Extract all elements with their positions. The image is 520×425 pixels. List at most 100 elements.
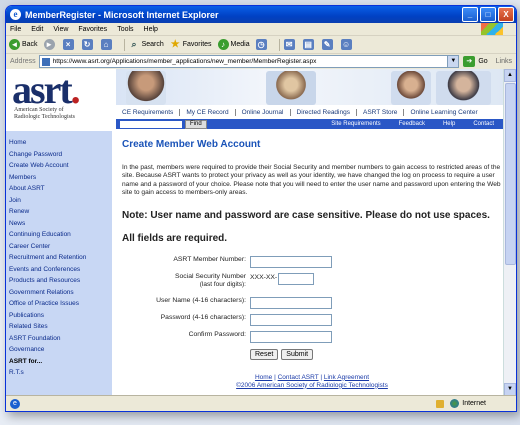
nav-continuing-education[interactable]: Continuing Education xyxy=(6,229,112,241)
header-photo xyxy=(436,71,491,105)
nav-asrt-store[interactable]: ASRT Store xyxy=(357,108,405,116)
footer-home-link[interactable]: Home xyxy=(255,374,272,381)
nav-office-practice-issues[interactable]: Office of Practice Issues xyxy=(6,298,112,310)
search-button[interactable]: ⌕ Search xyxy=(129,39,164,50)
forward-arrow-icon: ► xyxy=(43,39,55,50)
nav-about-asrt[interactable]: About ASRT xyxy=(6,183,112,195)
search-icon: ⌕ xyxy=(131,39,137,49)
edit-icon: ✎ xyxy=(321,39,333,50)
menu-help[interactable]: Help xyxy=(144,26,158,33)
nav-my-ce-record[interactable]: My CE Record xyxy=(180,108,236,116)
nav-home[interactable]: Home xyxy=(6,137,112,149)
footer-link-agreement[interactable]: Link Agreement xyxy=(324,374,369,381)
windows-logo-icon xyxy=(481,23,503,35)
nav-career-center[interactable]: Career Center xyxy=(6,241,112,253)
link-feedback[interactable]: Feedback xyxy=(399,121,425,127)
menu-favorites[interactable]: Favorites xyxy=(78,26,107,33)
nav-rts[interactable]: R.T.s xyxy=(6,367,112,379)
username-label: User Name (4-16 characters): xyxy=(156,296,246,304)
confirm-password-label: Confirm Password: xyxy=(188,330,246,338)
ssn-row: Social Security Number (last four digits… xyxy=(122,272,502,297)
nav-join[interactable]: Join xyxy=(6,195,112,207)
vertical-scrollbar[interactable]: ▲ ▼ xyxy=(503,69,516,396)
nav-products-resources[interactable]: Products and Resources xyxy=(6,275,112,287)
ie-icon: e xyxy=(10,9,21,20)
member-number-input[interactable] xyxy=(250,255,332,268)
submit-button[interactable]: Submit xyxy=(281,348,314,360)
forward-button[interactable]: ► xyxy=(43,39,57,50)
edit-button[interactable]: ✎ xyxy=(321,39,335,50)
maximize-button[interactable]: □ xyxy=(480,7,496,22)
status-bar: e Internet xyxy=(6,395,516,411)
print-icon: ▤ xyxy=(302,39,314,50)
nav-government-relations[interactable]: Government Relations xyxy=(6,287,112,299)
page-title: Create Member Web Account xyxy=(122,139,261,150)
print-button[interactable]: ▤ xyxy=(302,39,316,50)
nav-news[interactable]: News xyxy=(6,218,112,230)
nav-renew[interactable]: Renew xyxy=(6,206,112,218)
browser-window: e MemberRegister - Microsoft Internet Ex… xyxy=(5,5,517,412)
nav-ce-requirements[interactable]: CE Requirements xyxy=(116,108,181,116)
favorites-button[interactable]: ★ Favorites xyxy=(170,39,212,50)
menu-file[interactable]: File xyxy=(10,26,21,33)
nav-online-learning-center[interactable]: Online Learning Center xyxy=(404,109,483,116)
asrt-logo[interactable]: asrt. American Society of Radiologic Tec… xyxy=(12,70,112,129)
footer-contact-link[interactable]: Contact ASRT xyxy=(278,374,319,381)
go-arrow-icon[interactable]: ➔ xyxy=(463,56,476,67)
nav-publications[interactable]: Publications xyxy=(6,310,112,322)
header-photo xyxy=(391,71,431,105)
form-buttons: Reset Submit xyxy=(250,348,502,360)
ssn-input[interactable] xyxy=(278,272,315,285)
nav-recruitment-retention[interactable]: Recruitment and Retention xyxy=(6,252,112,264)
nav-directed-readings[interactable]: Directed Readings xyxy=(291,108,357,116)
username-input[interactable] xyxy=(250,296,332,309)
address-input[interactable]: https://www.asrt.org/Applications/member… xyxy=(38,55,449,68)
find-button[interactable]: Find xyxy=(185,119,207,129)
utility-bar: Find Site Requirements Feedback Help Con… xyxy=(116,119,504,129)
history-icon: ◷ xyxy=(255,39,267,50)
site-search-input[interactable] xyxy=(120,120,182,128)
nav-related-sites[interactable]: Related Sites xyxy=(6,321,112,333)
nav-asrt-foundation[interactable]: ASRT Foundation xyxy=(6,333,112,345)
messenger-button[interactable]: ☺ xyxy=(340,39,354,50)
nav-asrt-for-heading: ASRT for... xyxy=(9,357,43,365)
menu-view[interactable]: View xyxy=(53,26,68,33)
nav-online-journal[interactable]: Online Journal xyxy=(236,108,291,116)
intro-text: In the past, members were required to pr… xyxy=(122,164,501,197)
nav-members[interactable]: Members xyxy=(6,172,112,184)
home-button[interactable]: ⌂ xyxy=(100,39,114,50)
refresh-button[interactable]: ↻ xyxy=(81,39,95,50)
address-dropdown[interactable]: ▼ xyxy=(447,55,460,68)
web-page: asrt. American Society of Radiologic Tec… xyxy=(6,69,504,396)
history-button[interactable]: ◷ xyxy=(255,39,269,50)
stop-button[interactable]: × xyxy=(62,39,76,50)
minimize-button[interactable]: _ xyxy=(462,7,478,22)
back-button[interactable]: ◄ Back xyxy=(9,39,38,50)
media-button[interactable]: ♪ Media xyxy=(217,39,250,50)
messenger-icon: ☺ xyxy=(340,39,352,50)
password-input[interactable] xyxy=(250,313,332,326)
toolbar-divider xyxy=(278,38,280,51)
nav-governance[interactable]: Governance xyxy=(6,344,112,356)
links-button[interactable]: Links xyxy=(496,58,512,65)
link-help[interactable]: Help xyxy=(443,121,455,127)
username-row: User Name (4-16 characters): xyxy=(122,296,502,314)
link-site-requirements[interactable]: Site Requirements xyxy=(331,121,380,127)
nav-change-password[interactable]: Change Password xyxy=(6,149,112,161)
nav-create-web-account[interactable]: Create Web Account xyxy=(6,160,112,172)
reset-button[interactable]: Reset xyxy=(250,348,279,360)
close-button[interactable]: X xyxy=(498,7,514,22)
address-label: Address xyxy=(10,58,36,65)
menu-bar: File Edit View Favorites Tools Help xyxy=(6,23,516,36)
scroll-thumb[interactable] xyxy=(505,83,516,265)
go-button[interactable]: Go xyxy=(478,58,487,65)
stop-icon: × xyxy=(62,39,74,50)
link-contact[interactable]: Contact xyxy=(473,121,494,127)
main-content: Create Member Web Account In the past, m… xyxy=(122,131,502,390)
confirm-password-input[interactable] xyxy=(250,330,332,343)
menu-tools[interactable]: Tools xyxy=(117,26,133,33)
nav-events-conferences[interactable]: Events and Conferences xyxy=(6,264,112,276)
scroll-up-arrow-icon[interactable]: ▲ xyxy=(504,69,516,82)
menu-edit[interactable]: Edit xyxy=(31,26,43,33)
mail-button[interactable]: ✉ xyxy=(283,39,297,50)
